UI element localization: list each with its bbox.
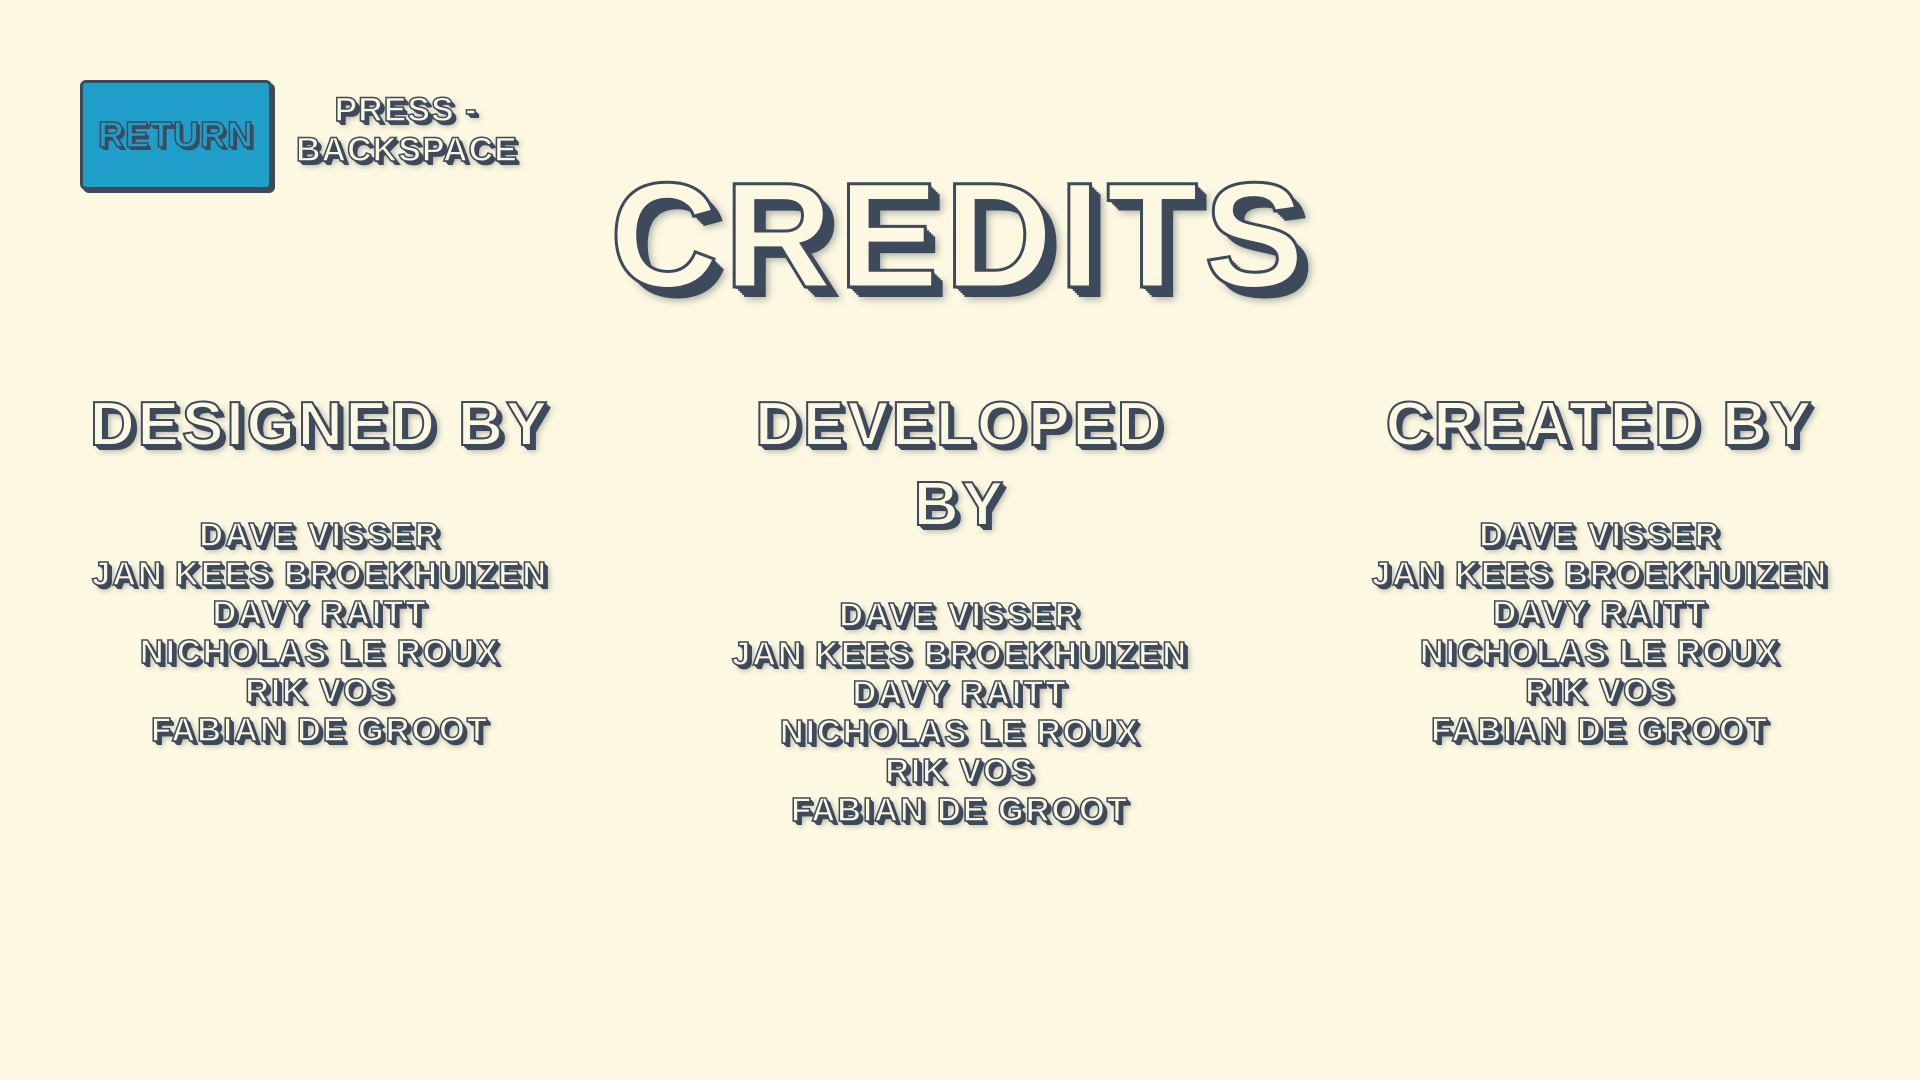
key-hint-line-1: Press -	[334, 90, 478, 130]
credit-name: Dave Visser	[199, 515, 441, 554]
name-list: Dave Visser Jan Kees Broekhuizen Davy Ra…	[1340, 515, 1860, 749]
credits-column-created: Created By Dave Visser Jan Kees Broekhui…	[1340, 385, 1860, 749]
credit-name: Dave Visser	[839, 595, 1081, 634]
credit-name: Rik Vos	[244, 671, 395, 710]
credit-name: Rik Vos	[1524, 671, 1675, 710]
credit-name: Davy Raitt	[212, 593, 428, 632]
credit-name: Davy Raitt	[1492, 593, 1708, 632]
credits-column-developed: Developed By Dave Visser Jan Kees Broekh…	[700, 385, 1220, 829]
credit-name: Nicholas le Roux	[1419, 632, 1781, 671]
credit-name: Rik Vos	[884, 751, 1035, 790]
credits-column-designed: Designed By Dave Visser Jan Kees Broekhu…	[60, 385, 580, 749]
credit-name: Davy Raitt	[852, 673, 1068, 712]
credit-name: Nicholas le Roux	[779, 712, 1141, 751]
column-heading: Designed By	[89, 389, 551, 460]
column-heading: Developed By	[754, 389, 1165, 540]
credit-name: Jan Kees Broekhuizen	[731, 634, 1189, 673]
credit-name: Fabian de Groot	[1430, 710, 1769, 749]
credit-name: Dave Visser	[1479, 515, 1721, 554]
name-list: Dave Visser Jan Kees Broekhuizen Davy Ra…	[700, 595, 1220, 829]
name-list: Dave Visser Jan Kees Broekhuizen Davy Ra…	[60, 515, 580, 749]
credit-name: Nicholas le Roux	[139, 632, 501, 671]
page-title: Credits	[608, 150, 1311, 321]
column-heading: Created By	[1385, 389, 1815, 460]
credits-columns: Designed By Dave Visser Jan Kees Broekhu…	[0, 385, 1920, 829]
credit-name: Fabian de Groot	[150, 710, 489, 749]
credit-name: Jan Kees Broekhuizen	[91, 554, 549, 593]
credit-name: Jan Kees Broekhuizen	[1371, 554, 1829, 593]
credit-name: Fabian de Groot	[790, 790, 1129, 829]
